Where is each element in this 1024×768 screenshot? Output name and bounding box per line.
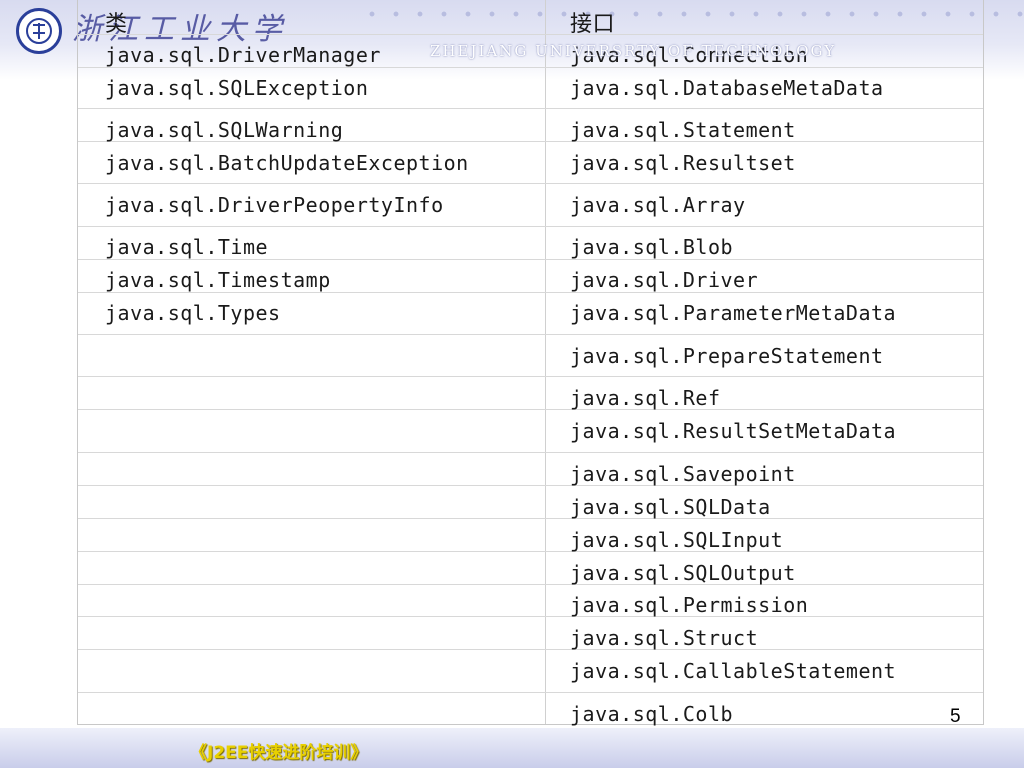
table-row-divider [78, 649, 983, 650]
table-row-divider [78, 452, 983, 453]
university-english-name: ZHEJIANG UNIVERSRTY OF TECHNOLOGY [430, 42, 837, 60]
table-row-divider [78, 259, 983, 260]
interface-name-cell: java.sql.Statement [570, 118, 796, 142]
class-name-cell: java.sql.Types [105, 301, 281, 325]
class-name-cell: java.sql.DriverManager [105, 43, 381, 67]
table-row-divider [78, 183, 983, 184]
table-row-divider [78, 292, 983, 293]
interface-name-cell: java.sql.SQLOutput [570, 561, 796, 585]
table-row-divider [78, 584, 983, 585]
table-row-divider [78, 376, 983, 377]
interface-name-cell: java.sql.Resultset [570, 151, 796, 175]
column-header-class: 类 [105, 12, 128, 37]
table-row-divider [78, 67, 983, 68]
interface-name-cell: java.sql.Struct [570, 626, 759, 650]
table-row-divider [78, 616, 983, 617]
course-title: 《J2EE快速进阶培训》 [190, 743, 368, 763]
class-name-cell: java.sql.SQLWarning [105, 118, 344, 142]
interface-name-cell: java.sql.PrepareStatement [570, 344, 884, 368]
interface-name-cell: java.sql.SQLData [570, 495, 771, 519]
class-name-cell: java.sql.DriverPeopertyInfo [105, 193, 444, 217]
table-row-divider [78, 518, 983, 519]
class-name-cell: java.sql.Timestamp [105, 268, 331, 292]
class-name-cell: java.sql.SQLException [105, 76, 369, 100]
page-number: 5 [950, 706, 961, 727]
interface-name-cell: java.sql.Driver [570, 268, 759, 292]
table-row-divider [78, 226, 983, 227]
table-row-divider [78, 485, 983, 486]
table-row-divider [78, 108, 983, 109]
class-name-cell: java.sql.Time [105, 235, 269, 259]
table-row-divider [78, 34, 983, 35]
interface-name-cell: java.sql.CallableStatement [570, 659, 897, 683]
table-row-divider [78, 334, 983, 335]
table-row-divider [78, 692, 983, 693]
interface-name-cell: java.sql.ParameterMetaData [570, 301, 897, 325]
interface-name-cell: java.sql.SQLInput [570, 528, 784, 552]
interface-name-cell: java.sql.Array [570, 193, 746, 217]
interface-name-cell: java.sql.Blob [570, 235, 734, 259]
table-row-divider [78, 409, 983, 410]
university-seal-logo [16, 8, 62, 54]
interface-name-cell: java.sql.ResultSetMetaData [570, 419, 897, 443]
slide-footer-band [0, 728, 1024, 768]
seal-emblem-icon [33, 23, 45, 39]
class-name-cell: java.sql.BatchUpdateException [105, 151, 469, 175]
jdbc-class-interface-table: 类接口 java.sql.DriverManager java.sql.Connec… [77, 0, 984, 726]
interface-name-cell: java.sql.Permission [570, 593, 809, 617]
column-header-interface: 接口 [570, 12, 616, 37]
interface-name-cell: java.sql.Ref [570, 386, 721, 410]
interface-name-cell: java.sql.DatabaseMetaData [570, 76, 884, 100]
interface-name-cell: java.sql.Colb [570, 702, 734, 726]
interface-name-cell: java.sql.Savepoint [570, 462, 796, 486]
table-row-divider [78, 551, 983, 552]
